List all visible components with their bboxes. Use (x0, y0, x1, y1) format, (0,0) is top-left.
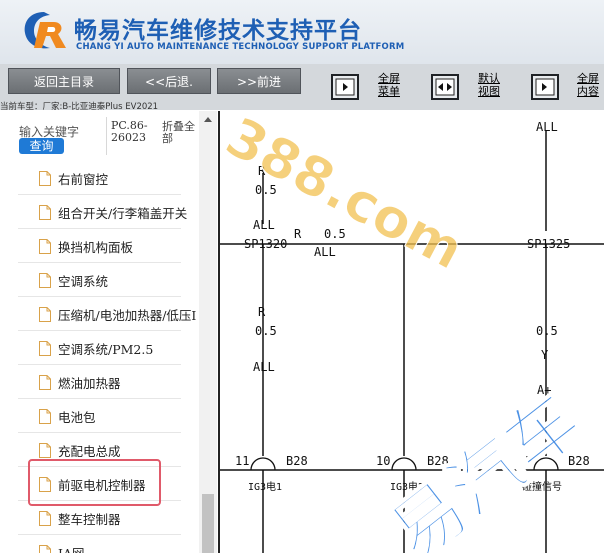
label-all-top: ALL (536, 120, 558, 134)
tree-item-label: 压缩机/电池加热器/低压I (58, 308, 197, 323)
sidebar-scrollbar[interactable] (199, 111, 217, 553)
expand-left-icon (335, 78, 355, 96)
label-gauge-right: 0.5 (536, 324, 558, 338)
document-icon (39, 511, 51, 526)
wiring-diagram[interactable]: ALL R 0.5 ALL SP1320 R 0.5 ALL SP1325 R … (218, 111, 604, 553)
expand-content-icon (535, 78, 555, 96)
default-view-button[interactable] (431, 74, 459, 100)
fold-all-link[interactable]: 折叠全 部 (162, 121, 195, 145)
tree-item-label: IA网 (58, 543, 84, 553)
query-button[interactable]: 查询 (19, 138, 64, 154)
tree-item[interactable]: 压缩机/电池加热器/低压I (18, 297, 196, 331)
home-button[interactable]: 返回主目录 (8, 68, 120, 94)
pc-code: PC.86- 26023 (111, 119, 148, 144)
tree-item[interactable]: 燃油加热器 (18, 365, 181, 399)
tree-item[interactable]: IA网 (18, 535, 181, 553)
tree-item-label: 组合开关/行李箱盖开关 (58, 206, 188, 221)
label-all-mid: ALL (314, 245, 336, 259)
document-icon (39, 239, 51, 254)
tree-item-label: 电池包 (58, 410, 96, 425)
tree-item[interactable]: 整车控制器 (18, 501, 181, 535)
document-icon (39, 443, 51, 458)
tree-item-label: 空调系统/PM2.5 (58, 342, 154, 357)
document-icon (39, 409, 51, 424)
pin-arc-10 (391, 457, 417, 471)
document-icon (39, 545, 51, 553)
document-icon (39, 341, 51, 356)
label-y-right: Y (541, 348, 549, 362)
scroll-thumb[interactable] (202, 494, 214, 553)
back-button[interactable]: <<后退. (127, 68, 211, 94)
document-icon (39, 273, 51, 288)
label-gauge-lower: 0.5 (255, 324, 277, 338)
tree-item[interactable]: 组合开关/行李箱盖开关 (18, 195, 187, 229)
label-gauge-mid: 0.5 (324, 227, 346, 241)
split-arrows-icon (435, 78, 455, 96)
cy-logo-icon (24, 12, 66, 49)
signal-ig3-1: IG3电1 (248, 480, 282, 493)
pin-number-10: 10 (376, 454, 390, 468)
pin-number-11: 11 (235, 454, 249, 468)
tree-item[interactable]: 空调系统 (18, 263, 181, 297)
tree-item[interactable]: 电池包 (18, 399, 181, 433)
scroll-up-arrow-icon[interactable] (199, 113, 217, 127)
tree-item[interactable]: 右前窗控 (18, 161, 181, 195)
document-icon (39, 307, 51, 322)
tree-item[interactable]: 空调系统/PM2.5 (18, 331, 181, 365)
tree-item-label: 换挡机构面板 (58, 240, 134, 255)
label-all-lower: ALL (253, 360, 275, 374)
document-icon (39, 171, 51, 186)
label-r-mid: R (294, 227, 302, 241)
platform-title: 畅易汽车维修技术支持平台 (74, 18, 362, 44)
label-all-left: ALL (253, 218, 275, 232)
document-icon (39, 205, 51, 220)
forward-button[interactable]: >>前进 (217, 68, 301, 94)
sidebar-divider (106, 117, 107, 155)
toolbar: 返回主目录 <<后退. >>前进 全屏 菜单 默认 视图 全屏 内容 当前车型：… (0, 64, 604, 112)
tree-item-label: 整车控制器 (58, 512, 121, 527)
fullscreen-content-link[interactable]: 全屏 内容 (577, 72, 599, 98)
fullscreen-content-button[interactable] (531, 74, 559, 100)
connector-label-b28: B28 (286, 454, 308, 468)
tree-item-label: 充配电总成 (58, 444, 121, 459)
splice-sp1325: SP1325 (527, 237, 570, 251)
fullscreen-menu-link[interactable]: 全屏 菜单 (378, 72, 400, 98)
tree-item-label: 空调系统 (58, 274, 109, 289)
document-icon (39, 375, 51, 390)
watermark-brand: 易汽车 (375, 377, 597, 553)
tree-item[interactable]: 换挡机构面板 (18, 229, 181, 263)
fullscreen-menu-button[interactable] (331, 74, 359, 100)
wiring-diagram-canvas: ALL R 0.5 ALL SP1320 R 0.5 ALL SP1325 R … (220, 111, 604, 553)
splice-sp1320: SP1320 (244, 237, 287, 251)
default-view-link[interactable]: 默认 视图 (478, 72, 500, 98)
app-header: 畅易汽车维修技术支持平台 CHANG YI AUTO MAINTENANCE T… (0, 0, 604, 64)
label-r-lower: R (258, 305, 266, 319)
pin-arc-11 (250, 457, 276, 471)
tree-item-label: 燃油加热器 (58, 376, 121, 391)
platform-subtitle: CHANG YI AUTO MAINTENANCE TECHNOLOGY SUP… (76, 42, 405, 52)
tree-item-label: 右前窗控 (58, 172, 109, 187)
selection-highlight (28, 459, 161, 506)
